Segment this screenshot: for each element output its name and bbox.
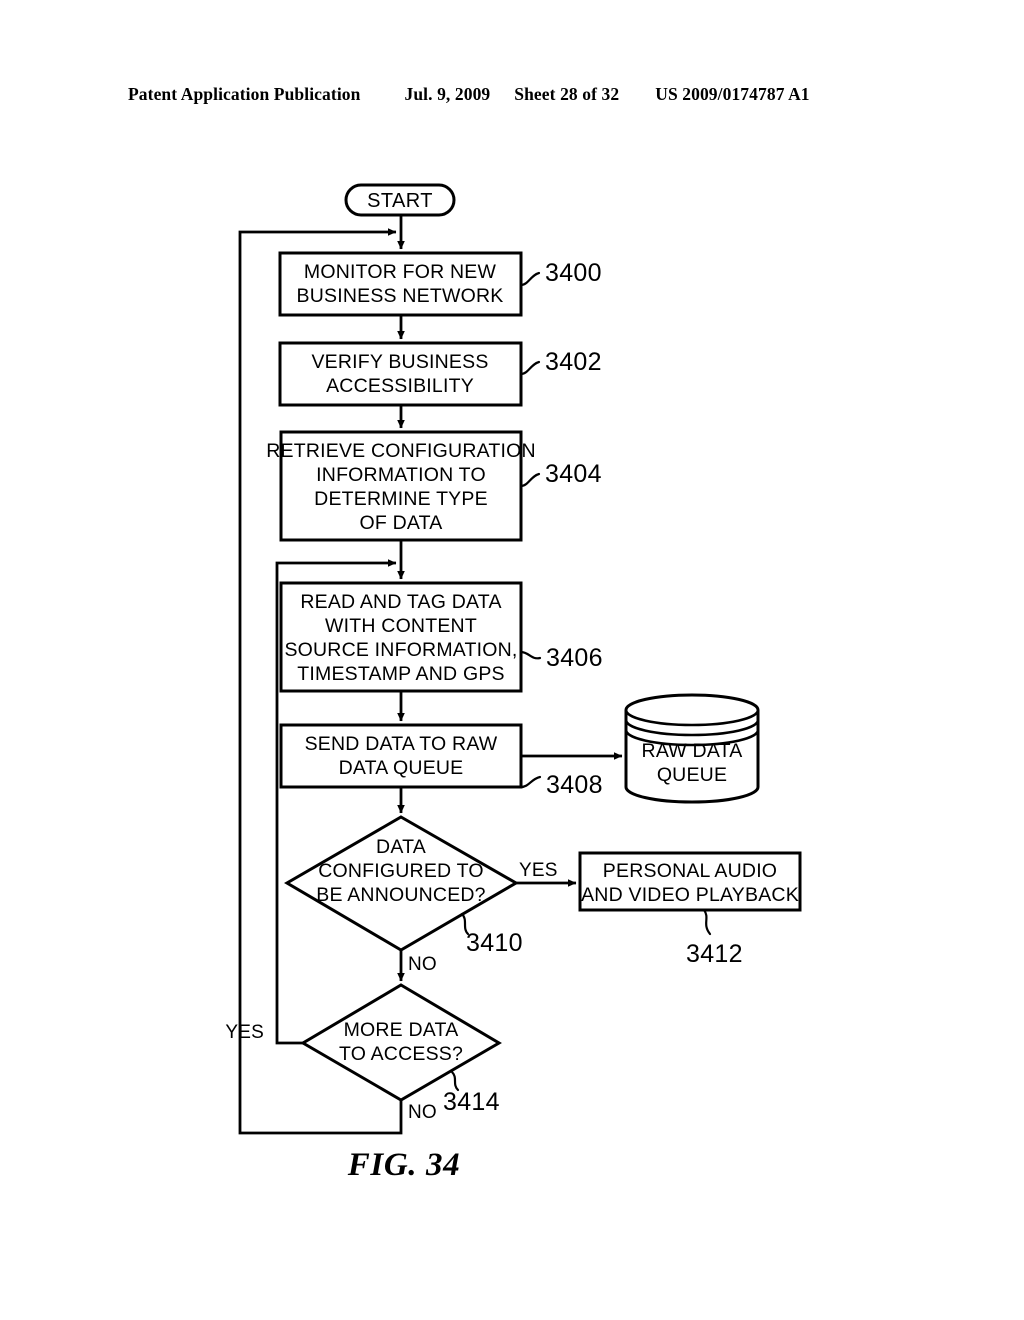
node-3400-line-0: MONITOR FOR NEW [304,261,497,283]
node-raw-data-queue-line-0: RAW DATA [642,740,743,762]
node-3406-line-3: TIMESTAMP AND GPS [297,663,504,685]
branch-label-3414-no: NO [408,1102,437,1123]
node-3404-line-0: RETRIEVE CONFIGURATION [266,440,535,462]
node-3402-line-0: VERIFY BUSINESS [311,351,488,373]
node-3404-line-2: DETERMINE TYPE [314,488,488,510]
node-3406-line-2: SOURCE INFORMATION, [284,639,517,661]
branch-label-3410-no: NO [408,954,437,975]
ref-number-3406: 3406 [546,644,603,672]
node-3412: PERSONAL AUDIO AND VIDEO PLAYBACK [578,851,802,912]
patent-drawing-page: Patent Application Publication Jul. 9, 2… [0,0,1024,1320]
node-3406-line-0: READ AND TAG DATA [300,591,501,613]
ref-number-3402: 3402 [545,348,602,376]
node-start: START [344,183,456,217]
node-3400: MONITOR FOR NEW BUSINESS NETWORK [278,251,523,317]
ref-leader-3408: 3408 [519,771,603,799]
ref-leader-3406: 3406 [519,644,603,672]
ref-leader-3402: 3402 [519,348,602,376]
ref-leader-3414: 3414 [443,1070,500,1116]
figure-caption: FIG. 34 [347,1147,460,1183]
ref-leader-3410: 3410 [460,912,523,957]
node-3408-line-1: DATA QUEUE [339,757,464,779]
node-3410-line-2: BE ANNOUNCED? [316,884,485,906]
node-3402-line-1: ACCESSIBILITY [326,375,474,397]
node-3404-line-1: INFORMATION TO [316,464,486,486]
branch-label-3410-yes: YES [519,860,558,881]
node-raw-data-queue-line-1: QUEUE [657,764,727,786]
ref-leader-3412: 3412 [686,908,743,968]
node-3402: VERIFY BUSINESS ACCESSIBILITY [278,341,523,407]
branch-label-3414-yes: YES [225,1022,264,1043]
node-3412-line-1: AND VIDEO PLAYBACK [581,884,799,906]
ref-leader-3400: 3400 [519,259,602,287]
node-3406: READ AND TAG DATA WITH CONTENT SOURCE IN… [279,581,523,693]
node-3414-line-1: TO ACCESS? [339,1043,463,1065]
ref-number-3404: 3404 [545,460,602,488]
node-3414-line-0: MORE DATA [344,1019,459,1041]
ref-number-3400: 3400 [545,259,602,287]
node-3408-line-0: SEND DATA TO RAW [305,733,498,755]
node-3400-line-1: BUSINESS NETWORK [297,285,504,307]
node-3410-line-0: DATA [376,836,426,858]
node-start-label: START [367,190,433,212]
node-3404-line-3: OF DATA [359,512,442,534]
flowchart-figure: START MONITOR FOR NEW BUSINESS NETWORK 3… [0,0,1024,1320]
node-3414: MORE DATA TO ACCESS? [300,983,502,1102]
ref-number-3412: 3412 [686,940,743,968]
node-3408: SEND DATA TO RAW DATA QUEUE [279,723,523,789]
node-3406-line-1: WITH CONTENT [325,615,477,637]
ref-number-3408: 3408 [546,771,603,799]
node-3412-line-0: PERSONAL AUDIO [603,860,777,882]
node-3404: RETRIEVE CONFIGURATION INFORMATION TO DE… [266,430,536,542]
ref-number-3410: 3410 [466,929,523,957]
ref-number-3414: 3414 [443,1088,500,1116]
node-3410-line-1: CONFIGURED TO [318,860,483,882]
node-raw-data-queue: RAW DATA QUEUE [624,693,760,804]
ref-leader-3404: 3404 [519,460,602,488]
